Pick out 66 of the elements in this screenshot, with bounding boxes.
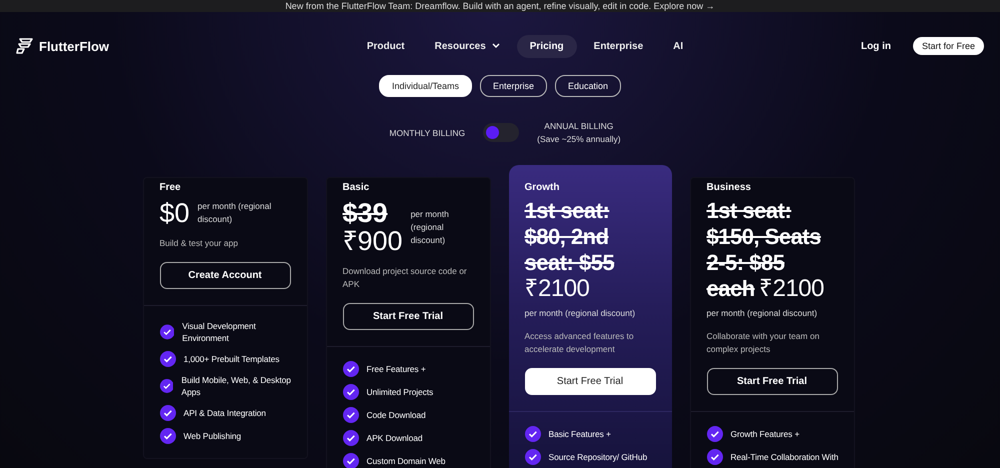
- price-note: per month (regional discount): [706, 307, 818, 320]
- announcement-text[interactable]: New from the FlutterFlow Team: Dreamflow. Build with an agent, refine visually, edit in code. Explore now →: [285, 1, 715, 11]
- plan-price: 1st seat: $80, 2nd seat: $55 ₹2100: [524, 199, 616, 303]
- brand-name[interactable]: FlutterFlow: [39, 38, 110, 54]
- logo-icon: [16, 38, 34, 54]
- plan-description: Collaborate with your team on complex projects: [706, 330, 820, 356]
- feature-text: Real-Time Collaboration With: [730, 451, 838, 463]
- plan-type-tab[interactable]: Enterprise: [480, 75, 548, 97]
- plan-type-tab[interactable]: Individual/Teams: [378, 75, 472, 97]
- plan-description: Access advanced features to accelerate development: [524, 330, 635, 356]
- plan-button[interactable]: Start Free Trial: [342, 303, 474, 330]
- feature-text: APK Download: [366, 432, 422, 444]
- price-note: per month (regional discount): [524, 307, 636, 320]
- original-price: $39: [342, 199, 389, 227]
- check-icon: [706, 449, 722, 465]
- feature-text: API & Data Integration: [184, 407, 266, 419]
- annual-savings-note: (Save ~25% annually): [537, 134, 621, 144]
- plan-button[interactable]: Create Account: [160, 262, 290, 289]
- plan-price: $0: [160, 199, 190, 227]
- check-icon: [342, 407, 358, 423]
- feature-text: Code Download: [366, 409, 426, 421]
- check-icon: [342, 453, 358, 468]
- plan-button[interactable]: Start Free Trial: [706, 368, 838, 395]
- feature-text: Web Publishing: [184, 430, 242, 442]
- plan-price: ₹900: [342, 227, 403, 255]
- plan-description: Download project source code or APK: [342, 265, 468, 291]
- check-icon: [160, 351, 176, 367]
- feature-text: Free Features +: [366, 363, 426, 375]
- price-note: per month (regional discount): [410, 208, 450, 246]
- nav-link[interactable]: Enterprise: [580, 34, 656, 58]
- monthly-billing-label: MONTHLY BILLING: [389, 128, 466, 138]
- annual-billing-label: ANNUAL BILLING: [544, 121, 614, 131]
- billing-toggle[interactable]: [483, 123, 520, 142]
- feature-text: Basic Features +: [548, 428, 611, 440]
- feature-text: Source Repository/ GitHub: [548, 451, 648, 463]
- check-icon: [160, 405, 176, 421]
- plan-name: Basic: [342, 182, 370, 193]
- login-link[interactable]: Log in: [860, 40, 891, 52]
- price-note: per month (regional discount): [198, 200, 272, 226]
- nav-link[interactable]: Pricing: [516, 34, 577, 58]
- check-icon: [342, 430, 358, 446]
- plan-name: Business: [706, 182, 752, 193]
- check-icon: [160, 378, 174, 394]
- plan-price: 1st seat: $150, Seats 2-5: $85 each ₹2100: [706, 199, 825, 303]
- plan-name: Growth: [524, 182, 560, 193]
- plan-type-tab[interactable]: Education: [555, 75, 622, 97]
- check-icon: [160, 428, 176, 444]
- check-icon: [524, 426, 540, 442]
- feature-text: Custom Domain Web: [366, 455, 446, 467]
- feature-text: Visual Development Environment: [182, 320, 257, 344]
- feature-text: Growth Features +: [730, 428, 800, 440]
- nav-link[interactable]: Resources: [422, 34, 513, 58]
- start-free-button[interactable]: Start for Free: [912, 37, 984, 55]
- plan-description: Build & test your app: [160, 237, 239, 250]
- check-icon: [342, 384, 358, 400]
- feature-text: Build Mobile, Web, & Desktop Apps: [181, 374, 292, 398]
- plan-button[interactable]: Start Free Trial: [524, 368, 656, 395]
- nav-link[interactable]: AI: [660, 34, 696, 58]
- nav-link[interactable]: Product: [354, 34, 418, 58]
- plan-name: Free: [160, 182, 182, 193]
- feature-text: 1,000+ Prebuilt Templates: [184, 353, 280, 365]
- check-icon: [342, 361, 358, 377]
- check-icon: [160, 324, 174, 340]
- check-icon: [706, 426, 722, 442]
- feature-text: Unlimited Projects: [366, 386, 434, 398]
- check-icon: [524, 449, 540, 465]
